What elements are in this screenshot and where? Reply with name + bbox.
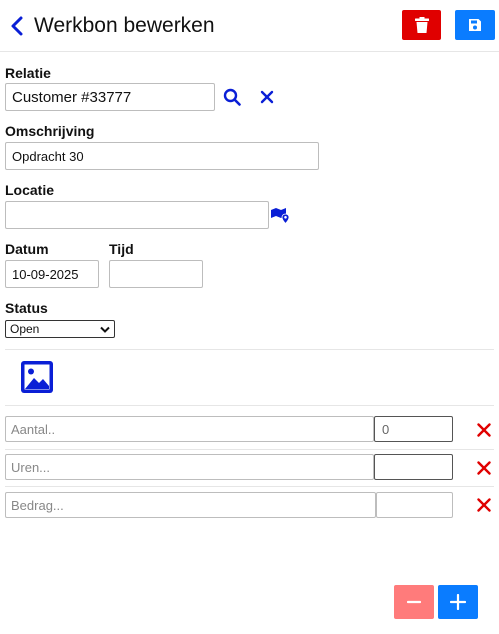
divider	[5, 405, 494, 406]
status-select[interactable]: Open	[5, 320, 115, 338]
save-button[interactable]	[455, 10, 495, 40]
minus-icon	[407, 600, 421, 604]
bedrag-placeholder: Bedrag...	[11, 497, 64, 513]
add-photo-button[interactable]	[21, 361, 53, 393]
omschrijving-field[interactable]: Opdracht 30	[5, 142, 319, 170]
delete-aantal-button[interactable]	[474, 420, 494, 440]
trash-icon	[414, 17, 429, 33]
search-icon	[223, 88, 241, 106]
image-icon	[21, 361, 53, 393]
omschrijving-label: Omschrijving	[5, 123, 95, 139]
floppy-disk-icon	[469, 19, 481, 31]
relatie-clear-button[interactable]	[258, 88, 276, 106]
datum-field[interactable]: 10-09-2025	[5, 260, 99, 288]
locatie-map-button[interactable]	[270, 205, 290, 225]
divider	[5, 486, 494, 487]
locatie-label: Locatie	[5, 182, 55, 198]
close-icon	[477, 423, 491, 437]
aantal-value-field[interactable]: 0	[374, 416, 453, 442]
relatie-label: Relatie	[5, 65, 51, 81]
divider	[5, 349, 494, 350]
relatie-search-button[interactable]	[222, 87, 242, 107]
aantal-placeholder: Aantal..	[11, 421, 56, 437]
datum-label: Datum	[5, 241, 49, 257]
uren-field[interactable]: Uren...	[5, 454, 374, 480]
delete-bedrag-button[interactable]	[474, 495, 494, 515]
bedrag-field[interactable]: Bedrag...	[5, 492, 376, 518]
status-selected-value: Open	[10, 322, 40, 336]
header-bar: Werkbon bewerken	[0, 0, 499, 52]
close-icon	[260, 90, 274, 104]
close-icon	[477, 461, 491, 475]
chevron-left-icon	[11, 16, 23, 36]
aantal-field[interactable]: Aantal..	[5, 416, 374, 442]
chevron-down-icon	[100, 326, 110, 333]
plus-icon	[450, 594, 466, 610]
back-button[interactable]	[8, 12, 28, 40]
add-line-button[interactable]	[438, 585, 478, 619]
divider	[5, 449, 494, 450]
tijd-label: Tijd	[109, 241, 134, 257]
uren-placeholder: Uren...	[11, 459, 51, 475]
map-marker-icon	[270, 207, 289, 224]
locatie-field[interactable]	[5, 201, 269, 229]
close-icon	[477, 498, 491, 512]
uren-value-field[interactable]	[374, 454, 453, 480]
relatie-field[interactable]: Customer #33777	[5, 83, 215, 111]
bedrag-value-field[interactable]	[376, 492, 453, 518]
status-label: Status	[5, 300, 48, 316]
remove-line-button[interactable]	[394, 585, 434, 619]
delete-uren-button[interactable]	[474, 458, 494, 478]
page-title: Werkbon bewerken	[34, 14, 215, 37]
delete-button[interactable]	[402, 10, 441, 40]
tijd-field[interactable]	[109, 260, 203, 288]
